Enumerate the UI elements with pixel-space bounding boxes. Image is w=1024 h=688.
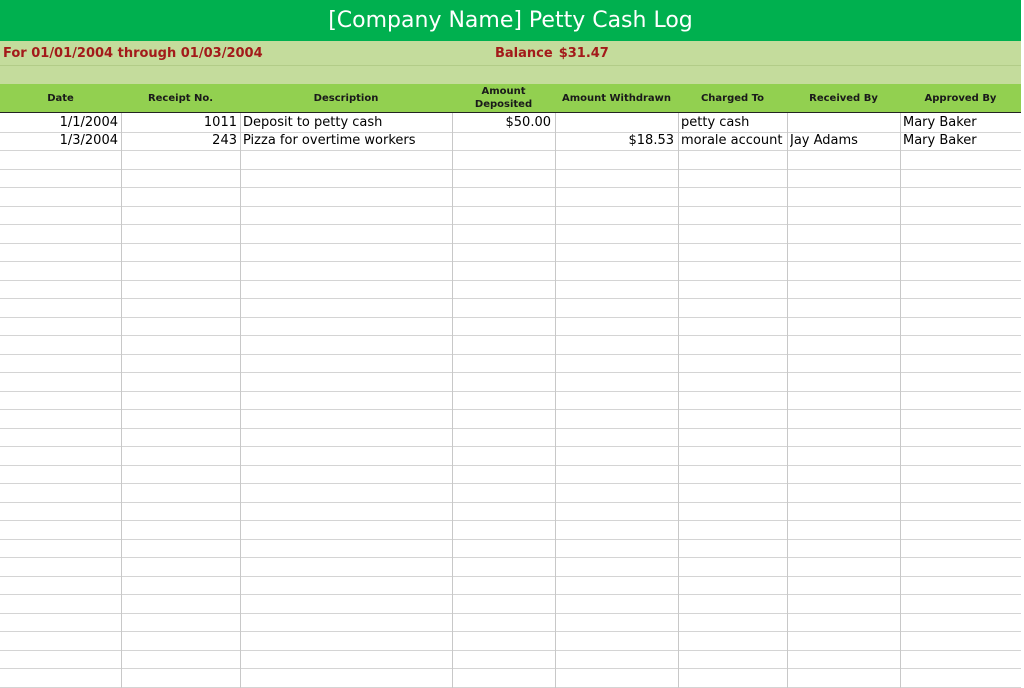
cell-received-by[interactable]: Jay Adams	[790, 132, 898, 150]
row-gridline	[0, 298, 1021, 299]
row-gridline	[0, 465, 1021, 466]
balance-value: $31.47	[558, 46, 609, 61]
header-date[interactable]: Date	[0, 84, 121, 112]
header-received-by[interactable]: Received By	[787, 84, 900, 112]
header-amount-deposited[interactable]: Amount Deposited	[452, 84, 555, 112]
cell-charged-to[interactable]: petty cash	[681, 114, 785, 132]
cell-amount-withdrawn[interactable]: $18.53	[555, 132, 675, 150]
header-approved-by[interactable]: Approved By	[900, 84, 1021, 112]
row-gridline	[0, 576, 1021, 577]
column-divider	[678, 113, 679, 688]
row-gridline	[0, 557, 1021, 558]
cell-date[interactable]: 1/3/2004	[0, 132, 118, 150]
row-gridline	[0, 631, 1021, 632]
row-gridline	[0, 150, 1021, 151]
cell-description[interactable]: Deposit to petty cash	[243, 114, 449, 132]
column-divider	[555, 113, 556, 688]
balance-cell[interactable]: Balance $31.47	[495, 46, 609, 61]
row-gridline	[0, 668, 1021, 669]
row-gridline	[0, 261, 1021, 262]
row-gridline	[0, 372, 1021, 373]
row-gridline	[0, 613, 1021, 614]
cell-description[interactable]: Pizza for overtime workers	[243, 132, 449, 150]
row-gridline	[0, 428, 1021, 429]
cell-approved-by[interactable]: Mary Baker	[903, 114, 1019, 132]
row-gridline	[0, 520, 1021, 521]
row-gridline	[0, 243, 1021, 244]
info-divider	[0, 65, 1021, 66]
period-cell[interactable]: For 01/01/2004 through 01/03/2004	[3, 46, 263, 61]
cell-amount-deposited[interactable]: $50.00	[452, 114, 552, 132]
sheet-title[interactable]: [Company Name] Petty Cash Log	[0, 0, 1021, 41]
row-gridline	[0, 187, 1021, 188]
column-divider	[787, 113, 788, 688]
column-divider	[452, 113, 453, 688]
row-gridline	[0, 206, 1021, 207]
header-amount-withdrawn[interactable]: Amount Withdrawn	[555, 84, 678, 112]
row-gridline	[0, 391, 1021, 392]
cell-date[interactable]: 1/1/2004	[0, 114, 118, 132]
row-gridline	[0, 280, 1021, 281]
row-gridline	[0, 354, 1021, 355]
cell-amount-deposited[interactable]	[452, 132, 551, 150]
row-gridline	[0, 594, 1021, 595]
row-gridline	[0, 409, 1021, 410]
row-gridline	[0, 224, 1021, 225]
row-gridline	[0, 539, 1021, 540]
row-gridline	[0, 446, 1021, 447]
row-gridline	[0, 169, 1021, 170]
balance-label: Balance	[495, 46, 553, 61]
row-gridline	[0, 650, 1021, 651]
row-gridline	[0, 335, 1021, 336]
row-gridline	[0, 317, 1021, 318]
row-gridline	[0, 483, 1021, 484]
cell-amount-withdrawn[interactable]	[555, 114, 674, 132]
header-charged-to[interactable]: Charged To	[678, 84, 787, 112]
cell-charged-to[interactable]: morale account	[681, 132, 785, 150]
column-divider	[900, 113, 901, 688]
cell-received-by[interactable]	[790, 114, 898, 132]
header-description[interactable]: Description	[240, 84, 452, 112]
column-divider	[240, 113, 241, 688]
header-receipt-no[interactable]: Receipt No.	[121, 84, 240, 112]
cell-receipt-no[interactable]: 243	[121, 132, 237, 150]
column-header-row: Date Receipt No. Description Amount Depo…	[0, 84, 1021, 113]
cell-approved-by[interactable]: Mary Baker	[903, 132, 1019, 150]
row-gridline	[0, 502, 1021, 503]
cell-receipt-no[interactable]: 1011	[121, 114, 237, 132]
column-divider	[121, 113, 122, 688]
